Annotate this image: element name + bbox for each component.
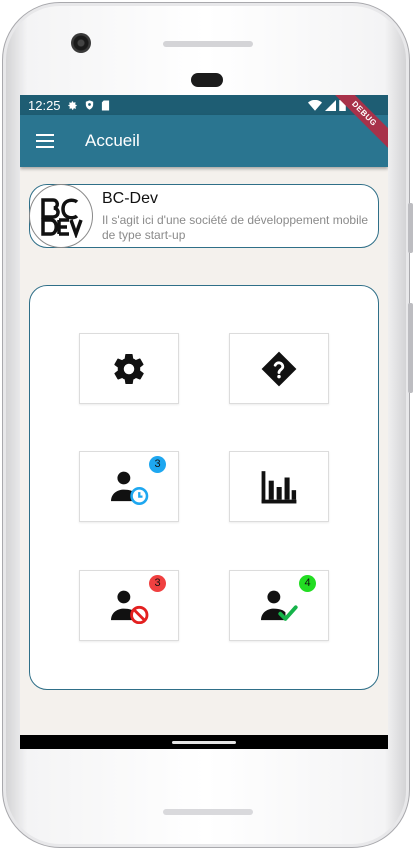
screen: DEBUG 12:25 Accueil BC-Dev Il s'agit ici…: [20, 95, 388, 749]
bottom-slit: [163, 809, 253, 815]
company-name: BC-Dev: [102, 189, 159, 207]
statistics-tile[interactable]: [229, 451, 329, 522]
wifi-icon: [308, 99, 322, 111]
company-description: Il s'agit ici d'une société de développe…: [102, 212, 369, 242]
company-card[interactable]: BC-Dev Il s'agit ici d'une société de dé…: [29, 184, 379, 248]
user-approved-icon: [261, 590, 298, 621]
gear-icon: [67, 100, 77, 110]
approved-users-tile[interactable]: 4: [229, 570, 329, 641]
earpiece-speaker: [191, 73, 223, 87]
shield-icon: [85, 100, 93, 110]
dashboard-panel: 3 3 4: [29, 285, 379, 690]
status-time: 12:25: [28, 97, 61, 113]
company-logo: [29, 184, 93, 248]
front-camera: [71, 33, 91, 53]
signal-icon: [325, 99, 336, 111]
power-button: [408, 303, 413, 393]
settings-icon: [114, 353, 144, 384]
help-icon: [261, 351, 297, 386]
status-bar: 12:25: [20, 95, 388, 115]
sd-card-icon: [101, 100, 109, 110]
user-blocked-icon: [111, 590, 149, 624]
blocked-users-tile[interactable]: 3: [79, 570, 179, 641]
menu-icon[interactable]: [36, 134, 54, 148]
volume-button: [408, 203, 413, 253]
user-pending-icon: [111, 471, 149, 505]
blocked-users-badge: 3: [149, 575, 166, 592]
page-title: Accueil: [85, 131, 140, 150]
navigation-bar: [20, 735, 388, 749]
approved-users-badge: 4: [299, 575, 316, 592]
help-tile[interactable]: [229, 333, 329, 404]
app-bar: Accueil: [20, 115, 388, 167]
bar-chart-icon: [261, 470, 297, 503]
home-gesture-handle[interactable]: [172, 741, 236, 744]
pending-users-badge: 3: [149, 456, 166, 473]
settings-tile[interactable]: [79, 333, 179, 404]
company-logo-image: [39, 198, 83, 238]
pending-users-tile[interactable]: 3: [79, 451, 179, 522]
top-slit: [163, 41, 253, 47]
